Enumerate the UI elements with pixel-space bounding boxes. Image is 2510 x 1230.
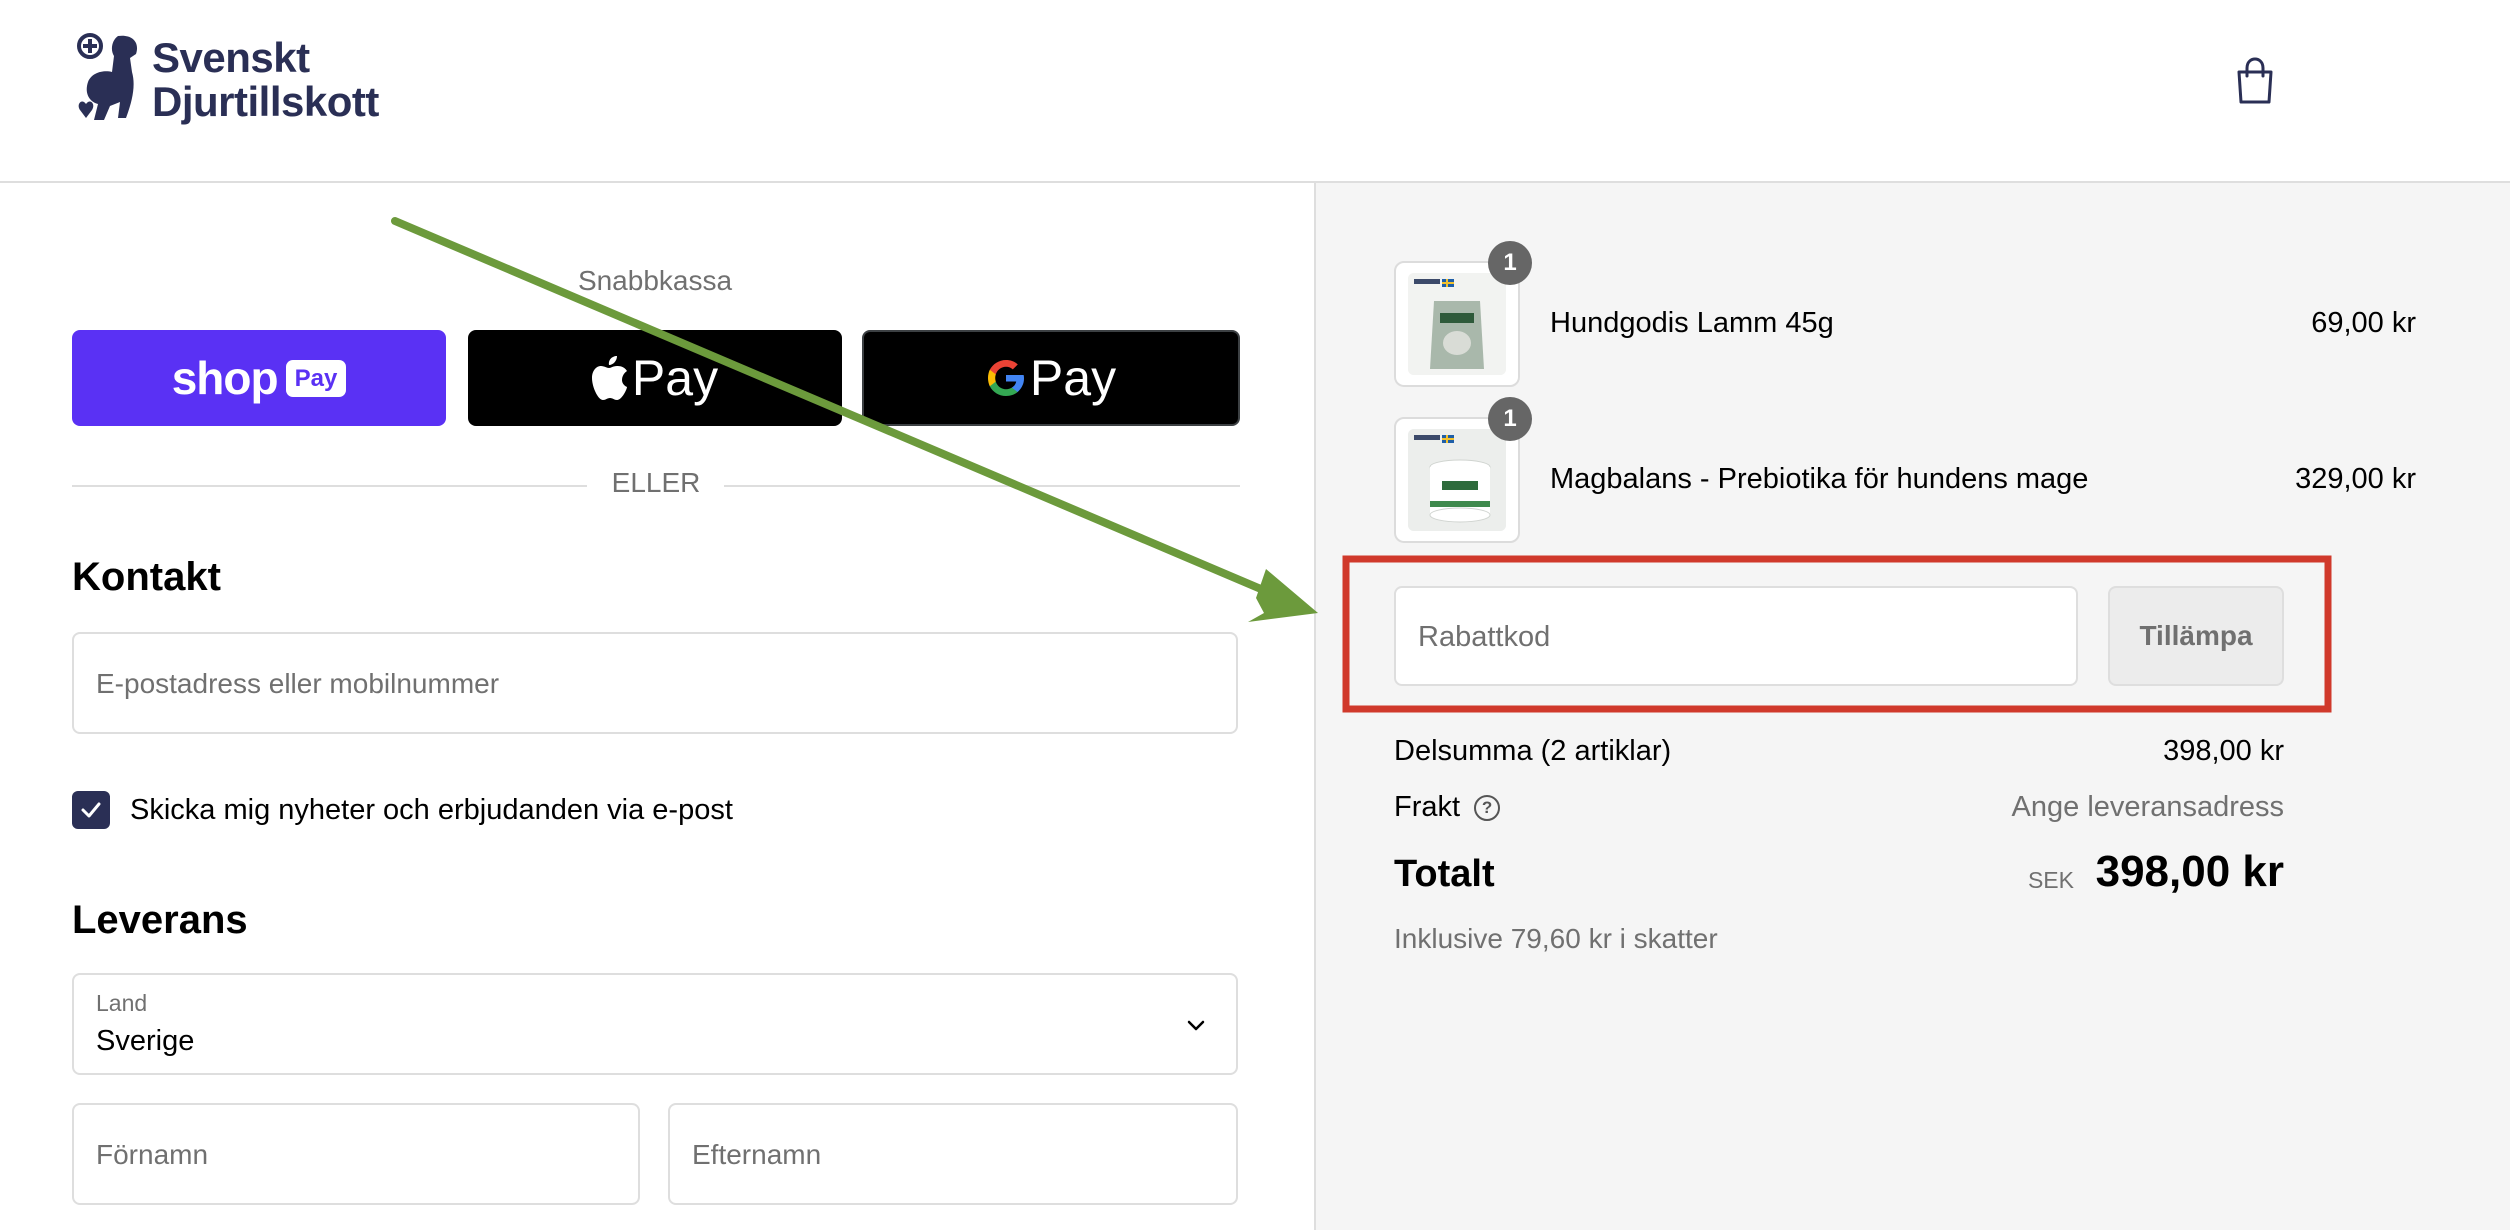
email-field[interactable]: E-postadress eller mobilnummer <box>72 632 1238 734</box>
help-icon[interactable]: ? <box>1474 794 1501 821</box>
subtotal-label: Delsumma (2 artiklar) <box>1394 735 1672 767</box>
shipping-row: Frakt ? Ange leveransadress <box>1394 791 2284 831</box>
google-g-icon <box>987 360 1024 396</box>
express-checkout-title: Snabbkassa <box>577 265 733 296</box>
product-image: 1 <box>1394 397 1532 543</box>
brand-wordmark: Svenskt Djurtillskott <box>152 36 379 124</box>
delivery-heading: Leverans <box>72 898 248 942</box>
shipping-value: Ange leveransadress <box>2011 791 2284 823</box>
country-select[interactable]: Land Sverige <box>72 973 1238 1075</box>
total-value: 398,00 kr <box>2095 847 2284 896</box>
shop-pay-pill: Pay <box>285 359 347 397</box>
item-name: Hundgodis Lamm 45g <box>1550 307 1834 339</box>
product-photo <box>1408 429 1506 531</box>
country-label: Land <box>96 990 148 1016</box>
google-pay-label: Pay <box>1029 350 1117 406</box>
quantity-badge: 1 <box>1488 241 1532 285</box>
last-name-placeholder: Efternamn <box>692 1139 822 1170</box>
apple-pay-label: Pay <box>631 350 719 406</box>
apply-discount-button[interactable]: Tillämpa <box>2108 586 2284 686</box>
or-divider: ELLER <box>72 465 1240 505</box>
header: Svenskt Djurtillskott <box>0 0 2510 183</box>
contact-heading: Kontakt <box>72 555 221 599</box>
last-name-field[interactable]: Efternamn <box>668 1103 1238 1205</box>
supplement-jar-image <box>1408 429 1506 531</box>
treat-pouch-image <box>1408 273 1506 375</box>
product-photo <box>1408 273 1506 375</box>
item-name: Magbalans - Prebiotika för hundens mage <box>1550 463 2089 495</box>
first-name-placeholder: Förnamn <box>96 1139 209 1170</box>
chevron-down-icon <box>1187 1020 1205 1031</box>
currency-code: SEK <box>2027 867 2074 893</box>
or-divider-text: ELLER <box>611 467 701 498</box>
checkout-form: Snabbkassa shop Pay Pay Pay ELLER Kontak… <box>0 185 1314 1230</box>
newsletter-option[interactable]: Skicka mig nyheter och erbjudanden via e… <box>72 790 733 830</box>
subtotal-row: Delsumma (2 artiklar) 398,00 kr <box>1394 735 2284 775</box>
apple-pay-button[interactable]: Pay <box>468 330 842 426</box>
email-placeholder: E-postadress eller mobilnummer <box>96 668 500 699</box>
tax-note: Inklusive 79,60 kr i skatter <box>1394 923 1718 954</box>
google-pay-button[interactable]: Pay <box>862 330 1240 426</box>
shop-pay-wordmark: shop <box>171 352 279 404</box>
subtotal-value: 398,00 kr <box>2163 735 2284 767</box>
total-label: Totalt <box>1394 853 1495 895</box>
checkmark-icon <box>81 802 101 818</box>
cart-item: 1 Magbalans - Prebiotika för hundens mag… <box>1394 397 2416 543</box>
shipping-label: Frakt <box>1394 791 1461 823</box>
order-summary: 1 Hundgodis Lamm 45g 69,00 kr 1 Magbalan… <box>1314 183 2510 1230</box>
item-price: 69,00 kr <box>2311 307 2416 339</box>
product-image: 1 <box>1394 241 1532 387</box>
shopping-bag-icon[interactable] <box>2233 56 2277 106</box>
brand-logo[interactable]: Svenskt Djurtillskott <box>74 32 404 128</box>
discount-code-placeholder: Rabattkod <box>1418 621 1551 653</box>
apple-icon <box>591 356 627 400</box>
brand-line-2: Djurtillskott <box>152 78 379 125</box>
newsletter-checkbox[interactable] <box>72 791 110 829</box>
brand-line-1: Svenskt <box>152 34 310 81</box>
quantity-badge: 1 <box>1488 397 1532 441</box>
cart-item: 1 Hundgodis Lamm 45g 69,00 kr <box>1394 241 2416 387</box>
divider-line-right <box>724 485 1240 487</box>
discount-code-input[interactable]: Rabattkod <box>1394 586 2078 686</box>
shipping-label-group: Frakt ? <box>1394 791 1501 824</box>
first-name-field[interactable]: Förnamn <box>72 1103 640 1205</box>
item-price: 329,00 kr <box>2295 463 2416 495</box>
dog-logo-icon <box>77 33 138 121</box>
newsletter-label: Skicka mig nyheter och erbjudanden via e… <box>130 793 733 826</box>
shop-pay-button[interactable]: shop Pay <box>72 330 446 426</box>
country-value: Sverige <box>96 1025 195 1057</box>
total-row: Totalt SEK 398,00 kr <box>1394 847 2284 903</box>
